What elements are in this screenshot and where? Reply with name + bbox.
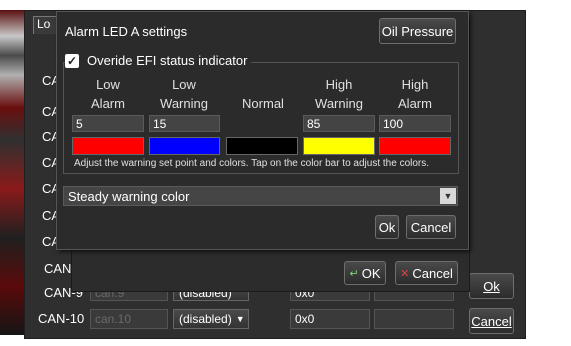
hex-field[interactable]: 0x0	[290, 309, 370, 329]
chevron-down-icon[interactable]: ▼	[440, 188, 456, 204]
low-warning-input[interactable]: 15	[149, 115, 220, 132]
alarm-led-settings-dialog: Alarm LED A settings Oil Pressure ✓ Over…	[56, 11, 469, 250]
mode-dropdown[interactable]: (disabled) ▼	[173, 309, 249, 329]
cancel-button[interactable]: Cancel	[469, 308, 514, 334]
col-header-low-alarm-2: Alarm	[91, 96, 125, 111]
override-checkbox-row[interactable]: ✓ Overide EFI status indicator	[65, 53, 252, 68]
col-header-low-warning-1: Low	[172, 77, 196, 92]
cancel-button[interactable]: ✕ Cancel	[395, 261, 458, 285]
low-alarm-color-bar[interactable]	[72, 137, 144, 155]
cancel-button[interactable]: Cancel	[406, 215, 456, 239]
col-header-high-warning-1: High	[325, 77, 353, 92]
check-arrow-icon: ↵	[349, 267, 359, 280]
warning-mode-value: Steady warning color	[68, 189, 190, 204]
col-header-high-alarm-1: High	[401, 77, 429, 92]
can-id-field[interactable]: can.10	[90, 309, 168, 329]
high-warning-input[interactable]: 85	[303, 115, 375, 132]
can-row-label: CAN	[44, 261, 72, 276]
col-header-high-warning-2: Warning	[315, 96, 363, 111]
ok-label: OK	[361, 265, 381, 281]
ok-button[interactable]: Ok	[469, 273, 514, 299]
chevron-down-icon: ▼	[235, 314, 245, 324]
warning-mode-select[interactable]: Steady warning color ▼	[63, 186, 458, 206]
high-warning-color-bar[interactable]	[303, 137, 375, 155]
screen: Lo CA CA CA CA CA CA CA CAN CAN-9 can.9 …	[0, 0, 571, 346]
low-warning-color-bar[interactable]	[149, 137, 220, 155]
col-header-low-alarm-1: Low	[96, 77, 120, 92]
dialog-title: Alarm LED A settings	[65, 24, 188, 39]
col-header-high-alarm-2: Alarm	[398, 96, 432, 111]
cancel-label: Cancel	[412, 265, 453, 281]
high-alarm-input[interactable]: 100	[379, 115, 451, 132]
value-field[interactable]	[374, 309, 454, 329]
high-alarm-color-bar[interactable]	[379, 137, 451, 155]
col-header-normal: Normal	[242, 96, 284, 111]
override-label: Overide EFI status indicator	[87, 53, 248, 68]
override-checkbox[interactable]: ✓	[65, 53, 79, 68]
low-alarm-input[interactable]: 5	[72, 115, 144, 132]
normal-color-bar[interactable]	[226, 137, 298, 155]
can-row-label: CAN-10	[38, 311, 85, 326]
ok-button[interactable]: Ok	[375, 215, 399, 239]
sensor-button[interactable]: Oil Pressure	[379, 18, 456, 44]
ok-button[interactable]: ↵ OK	[344, 261, 386, 285]
x-icon: ✕	[400, 267, 410, 280]
hint-text: Adjust the warning set point and colors.…	[74, 158, 430, 169]
mode-dropdown-label: (disabled)	[179, 312, 232, 326]
col-header-low-warning-2: Warning	[160, 96, 208, 111]
